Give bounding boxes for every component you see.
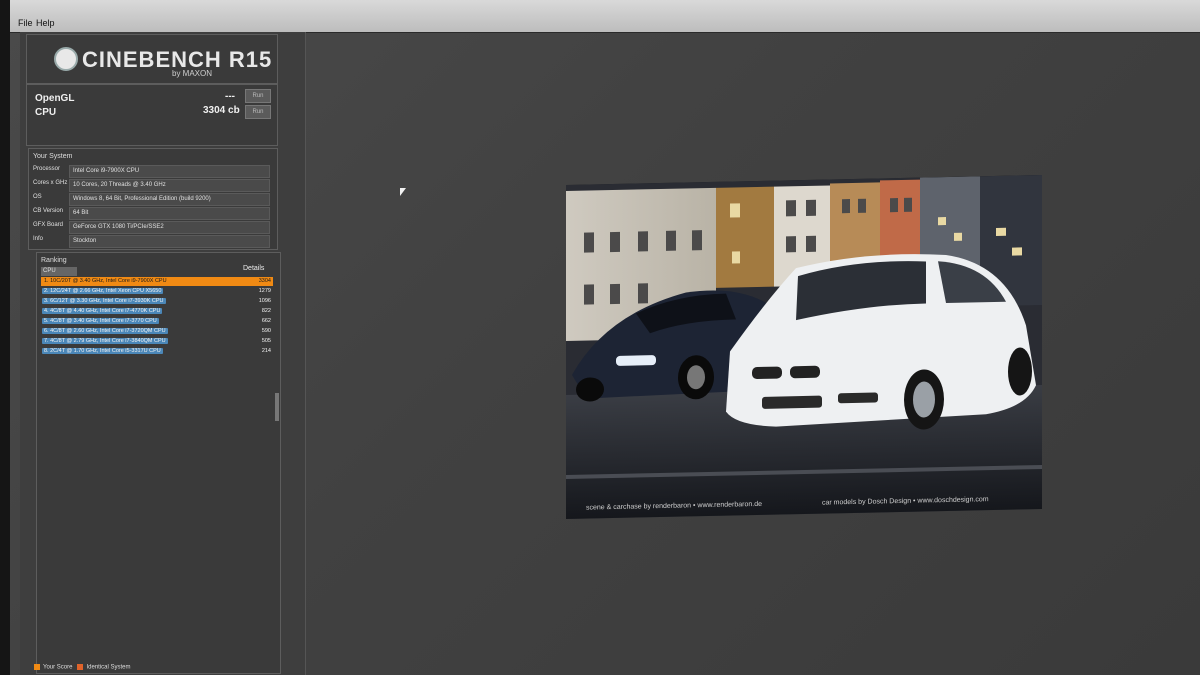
opengl-label: OpenGL (35, 93, 75, 104)
ranking-row[interactable]: 6. 4C/8T @ 2.60 GHz, Intel Core i7-3720Q… (41, 327, 273, 336)
ranking-row-label: 2. 12C/24T @ 2.66 GHz, Intel Xeon CPU X5… (42, 288, 164, 294)
mouse-cursor-icon (400, 188, 406, 196)
legend-identical-system: Identical System (86, 664, 131, 671)
cpu-run-button[interactable]: Run (245, 105, 271, 119)
score-panel: OpenGL --- Run CPU 3304 cb Run (26, 84, 278, 146)
ranking-row[interactable]: 4. 4C/8T @ 4.40 GHz, Intel Core i7-4770K… (41, 307, 273, 316)
details-button[interactable]: Details (243, 265, 264, 272)
system-key: OS (33, 194, 42, 200)
ranking-row[interactable]: 7. 4C/8T @ 2.79 GHz, Intel Core i7-3840Q… (41, 337, 273, 346)
system-row: OS Windows 8, 64 Bit, Professional Editi… (33, 193, 273, 206)
render-image (566, 175, 1042, 519)
ranking-row-score: 662 (261, 318, 271, 324)
ranking-row-label: 4. 4C/8T @ 4.40 GHz, Intel Core i7-4770K… (42, 308, 163, 314)
system-value: 10 Cores, 20 Threads @ 3.40 GHz (69, 179, 270, 192)
system-key: CB Version (33, 208, 64, 214)
system-value: Stockton (69, 235, 270, 248)
ranking-row[interactable]: 8. 2C/4T @ 1.70 GHz, Intel Core i5-3317U… (41, 347, 273, 356)
sidebar: CINEBENCH R15 by MAXON OpenGL --- Run CP… (20, 32, 306, 675)
app-subtitle: by MAXON (172, 69, 213, 78)
system-value: Intel Core i9-7900X CPU (69, 165, 270, 178)
system-value: GeForce GTX 1080 Ti/PCIe/SSE2 (69, 221, 270, 234)
system-row: CB Version 64 Bit (33, 207, 273, 220)
building-red (880, 179, 920, 261)
system-value: 64 Bit (69, 207, 270, 220)
ranking-row-label: 1. 10C/20T @ 3.40 GHz, Intel Core i9-790… (44, 278, 167, 284)
ranking-scrollbar[interactable] (275, 393, 279, 421)
ranking-row[interactable]: 3. 6C/12T @ 3.30 GHz, Intel Core i7-3930… (41, 297, 273, 306)
system-value: Windows 8, 64 Bit, Professional Edition … (69, 193, 270, 206)
logo-panel: CINEBENCH R15 by MAXON (26, 34, 278, 84)
cpu-label: CPU (35, 107, 57, 118)
system-title: Your System (33, 153, 73, 160)
system-panel: Your System Processor Intel Core i9-7900… (28, 148, 278, 250)
menu-file[interactable]: File (18, 18, 33, 28)
ranking-row-score: 1279 (258, 288, 271, 294)
identical-system-swatch (77, 664, 84, 670)
ranking-row-label: 5. 4C/8T @ 3.40 GHz, Intel Core i7-3770 … (42, 318, 159, 324)
ranking-row-label: 6. 4C/8T @ 2.60 GHz, Intel Core i7-3720Q… (42, 328, 168, 334)
menu-bar: File Help (10, 0, 1200, 33)
system-row: Processor Intel Core i9-7900X CPU (33, 165, 273, 178)
opengl-run-button[interactable]: Run (245, 89, 271, 103)
ranking-row[interactable]: 2. 12C/24T @ 2.66 GHz, Intel Xeon CPU X5… (41, 287, 273, 296)
ranking-row-label: 7. 4C/8T @ 2.79 GHz, Intel Core i7-3840Q… (42, 338, 168, 344)
ranking-row-label: 8. 2C/4T @ 1.70 GHz, Intel Core i5-3317U… (42, 348, 163, 354)
system-key: Info (33, 236, 44, 242)
ranking-row[interactable]: 5. 4C/8T @ 3.40 GHz, Intel Core i7-3770 … (41, 317, 273, 326)
ranking-row-score: 590 (261, 328, 271, 334)
ranking-select[interactable]: CPU (41, 267, 77, 276)
system-key: Cores x GHz (33, 180, 68, 186)
ranking-row-score: 505 (261, 338, 271, 344)
cpu-score: 3304 cb (203, 105, 240, 116)
ranking-title: Ranking (41, 257, 67, 264)
ranking-row-label: 3. 6C/12T @ 3.30 GHz, Intel Core i7-3930… (42, 298, 166, 304)
your-score-swatch (34, 664, 40, 670)
system-key: GFX Board (33, 222, 64, 228)
ranking-row-score: 822 (261, 308, 271, 314)
legend-your-score: Your Score (43, 664, 73, 671)
ranking-row[interactable]: 1. 10C/20T @ 3.40 GHz, Intel Core i9-790… (41, 277, 273, 286)
cinebench-logo-icon (54, 47, 78, 71)
ranking-row-score: 3304 (258, 278, 271, 284)
ranking-row-score: 214 (261, 348, 271, 354)
system-row: Info Stockton (33, 235, 273, 248)
system-row: Cores x GHz 10 Cores, 20 Threads @ 3.40 … (33, 179, 273, 192)
ranking-legend: Your Score Identical System (34, 664, 131, 671)
system-key: Processor (33, 166, 61, 172)
render-view: scene & carchase by renderbaron • www.re… (566, 175, 1042, 519)
building-ochre (716, 186, 774, 288)
monitor-screen: File Help CINEBENCH R15 by MAXON OpenGL … (10, 0, 1200, 675)
opengl-score: --- (225, 91, 235, 102)
system-row: GFX Board GeForce GTX 1080 Ti/PCIe/SSE2 (33, 221, 273, 234)
menu-help[interactable]: Help (36, 18, 55, 28)
ranking-panel: Ranking CPU Details 1. 10C/20T @ 3.40 GH… (36, 252, 281, 674)
ranking-row-score: 1096 (258, 298, 271, 304)
